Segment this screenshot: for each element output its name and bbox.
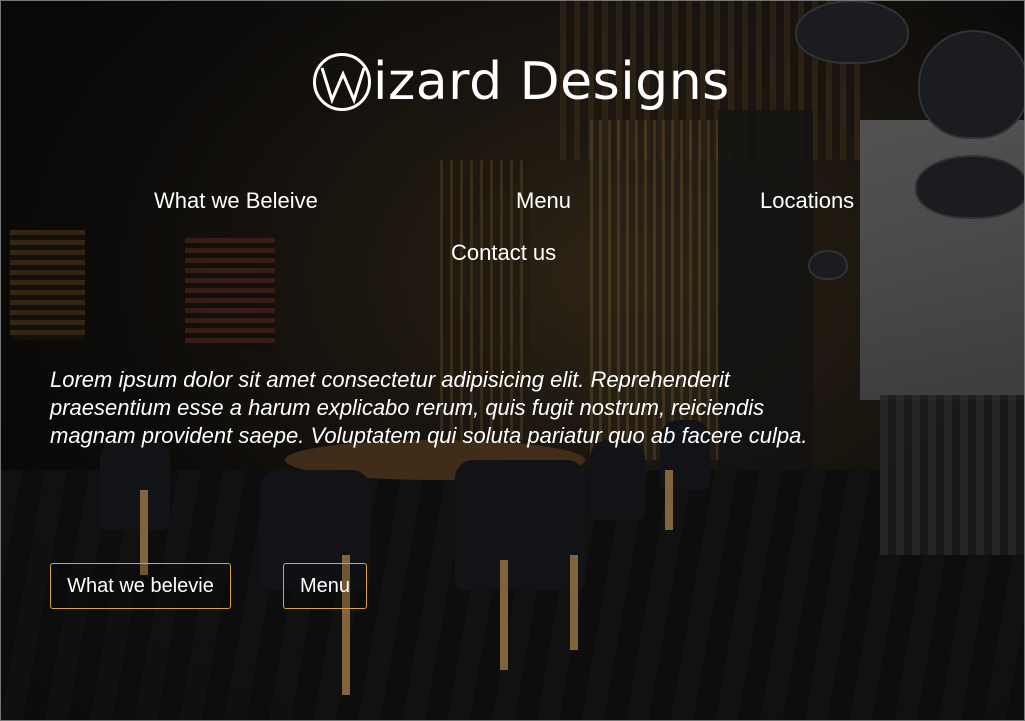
brand-name: izard Designs bbox=[373, 52, 730, 112]
nav-link-what-we-believe[interactable]: What we Beleive bbox=[154, 188, 318, 214]
nav-link-locations[interactable]: Locations bbox=[760, 188, 854, 214]
what-we-believe-button[interactable]: What we belevie bbox=[50, 563, 231, 609]
hero-intro-text: Lorem ipsum dolor sit amet consectetur a… bbox=[50, 367, 808, 448]
brand-logo[interactable]: izard Designs bbox=[313, 50, 730, 114]
menu-button[interactable]: Menu bbox=[283, 563, 367, 609]
w-circle-logo-icon bbox=[313, 53, 371, 111]
nav-link-menu[interactable]: Menu bbox=[516, 188, 571, 214]
nav-link-contact-us[interactable]: Contact us bbox=[451, 240, 556, 266]
